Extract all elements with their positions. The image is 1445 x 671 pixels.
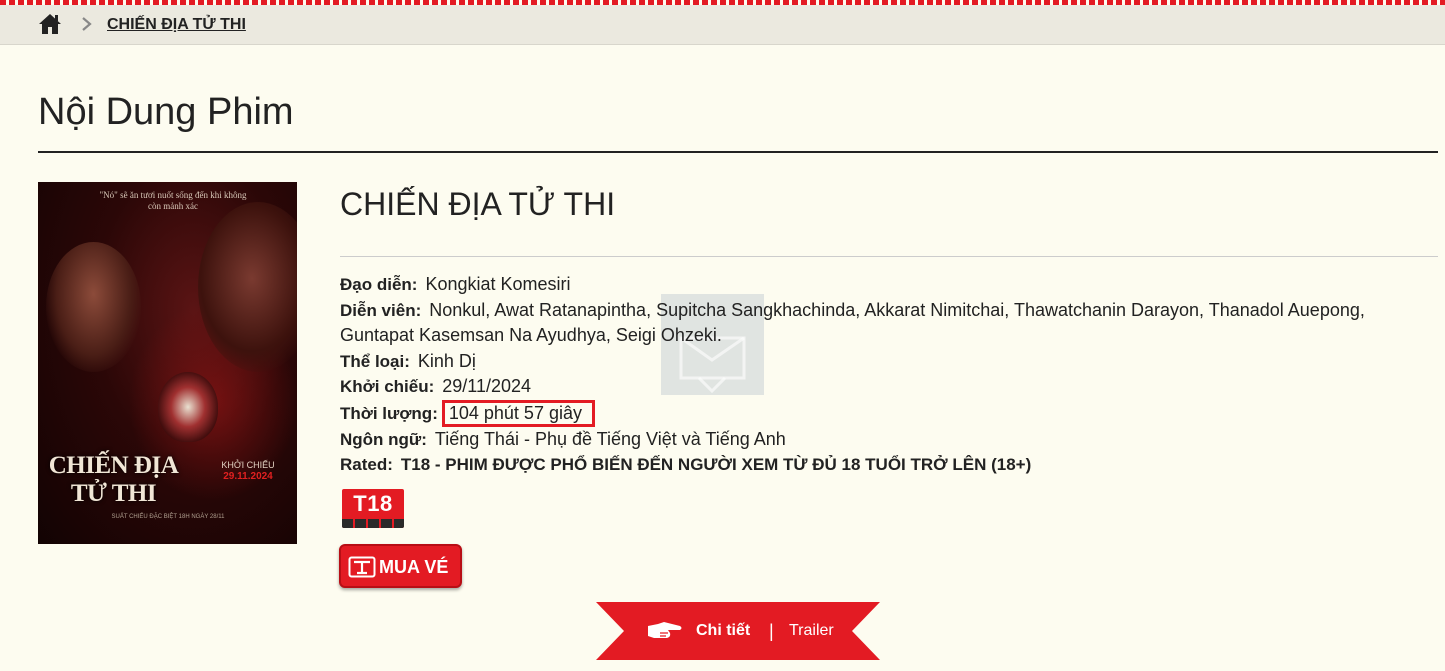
poster-creature	[158, 372, 218, 442]
director-label: Đạo diễn:	[340, 275, 418, 294]
title-divider	[38, 151, 1438, 153]
info-language: Ngôn ngữ: Tiếng Thái - Phụ đề Tiếng Việt …	[340, 427, 1410, 453]
poster-title: CHIẾN ĐỊA TỬ THI	[46, 452, 181, 508]
duration-value: 104 phút 57 giây	[441, 399, 595, 427]
genre-value: Kinh Dị	[417, 350, 476, 371]
duration-label: Thời lượng:	[340, 403, 438, 423]
chevron-right-icon	[82, 17, 92, 31]
info-genre: Thể loại: Kinh Dị	[340, 349, 1410, 375]
release-label: Khởi chiếu:	[340, 377, 435, 396]
pointing-hand-icon	[648, 622, 682, 638]
genre-label: Thể loại:	[340, 351, 410, 371]
info-cast: Diễn viên: Nonkul, Awat Ratanapintha, Sup…	[340, 298, 1410, 349]
poster-release-label: KHỞI CHIẾU	[221, 460, 275, 470]
breadcrumb: CHIẾN ĐỊA TỬ THI	[0, 5, 1445, 45]
movie-poster[interactable]: "Nó" sẽ ăn tươi nuốt sống đến khi không …	[38, 182, 297, 544]
tab-detail[interactable]: Chi tiết	[696, 622, 750, 640]
release-value: 29/11/2024	[442, 376, 532, 396]
info-rated: Rated: T18 - PHIM ĐƯỢC PHỔ BIẾN ĐẾN NGƯỜI…	[340, 452, 1410, 478]
info-divider	[340, 256, 1438, 257]
tab-trailer[interactable]: Trailer	[789, 622, 834, 640]
movie-title: CHIẾN ĐỊA TỬ THI	[340, 186, 616, 222]
poster-title-line1: CHIẾN ĐỊA	[48, 452, 179, 479]
info-release: Khởi chiếu: 29/11/2024	[340, 374, 1410, 400]
movie-info: Đạo diễn: Kongkiat Komesiri Diễn viên: Non…	[340, 272, 1410, 478]
rated-value: T18 - PHIM ĐƯỢC PHỔ BIẾN ĐẾN NGƯỜI XEM T…	[400, 455, 1032, 474]
rating-badge-strip	[342, 519, 404, 528]
director-value: Kongkiat Komesiri	[425, 274, 571, 294]
poster-tagline: "Nó" sẽ ăn tươi nuốt sống đến khi không …	[99, 190, 247, 211]
poster-title-line2: TỬ THI	[70, 480, 157, 507]
tab-separator: |	[769, 621, 774, 641]
info-duration: Thời lượng: 104 phút 57 giây	[340, 399, 1410, 427]
detail-tabs-ribbon: Chi tiết | Trailer	[596, 602, 880, 660]
home-icon[interactable]	[38, 13, 62, 35]
info-director: Đạo diễn: Kongkiat Komesiri	[340, 272, 1410, 298]
poster-release: KHỞI CHIẾU 29.11.2024	[203, 459, 293, 483]
breadcrumb-current-link[interactable]: CHIẾN ĐỊA TỬ THI	[107, 16, 246, 34]
buy-ticket-button[interactable]: MUA VÉ	[339, 544, 462, 588]
poster-figure-left	[46, 242, 141, 372]
ticket-icon	[348, 556, 376, 578]
cast-value: Nonkul, Awat Ratanapintha, Supitcha Sang…	[340, 299, 1365, 346]
rating-badge-text: T18	[353, 491, 393, 516]
poster-credits: SUẤT CHIẾU ĐẶC BIỆT 18H NGÀY 28/11	[111, 514, 225, 520]
language-value: Tiếng Thái - Phụ đề Tiếng Việt và Tiếng …	[434, 428, 786, 449]
rating-badge: T18	[342, 489, 404, 528]
language-label: Ngôn ngữ:	[340, 429, 427, 449]
rated-label: Rated:	[340, 455, 393, 474]
page-title: Nội Dung Phim	[38, 91, 294, 133]
buy-ticket-label: MUA VÉ	[379, 557, 449, 577]
cast-label: Diễn viên:	[340, 300, 422, 320]
poster-release-date: 29.11.2024	[223, 471, 273, 482]
